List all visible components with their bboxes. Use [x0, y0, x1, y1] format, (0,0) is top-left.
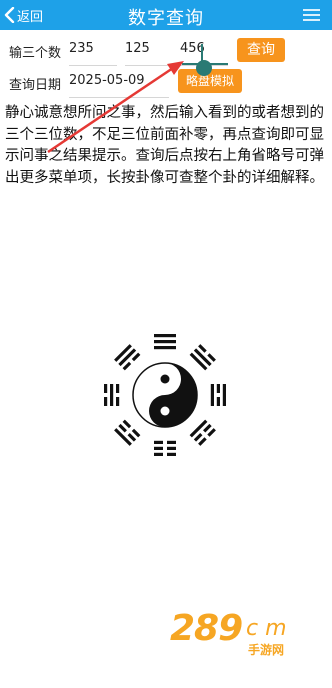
page-title: 数字查询 [128, 8, 204, 29]
simulate-button[interactable]: 略盘模拟 [178, 69, 242, 93]
text-cursor [201, 44, 203, 64]
watermark-logo: 289 c m 手游网 [168, 608, 328, 657]
watermark-subtitle: 手游网 [248, 643, 285, 657]
numbers-label: 输三个数 [9, 46, 62, 61]
watermark-domain: c m [246, 616, 287, 641]
bagua-taiji-image[interactable] [100, 330, 230, 460]
date-field[interactable]: 2025-05-09 [69, 70, 169, 98]
instructions-text: 静心诚意想所问之事，然后输入看到的或者想到的三个三位数，不足三位前面补零，再点查… [5, 105, 324, 186]
number-input-2[interactable]: 125 [125, 38, 171, 66]
number-input-1[interactable]: 235 [69, 38, 117, 66]
number-input-3[interactable]: 456 [180, 38, 228, 66]
date-label: 查询日期 [9, 78, 62, 93]
query-button[interactable]: 查询 [237, 38, 285, 62]
title-bar: 返回 数字查询 [0, 0, 332, 30]
menu-icon[interactable] [303, 9, 320, 22]
watermark-number: 289 [170, 608, 243, 649]
